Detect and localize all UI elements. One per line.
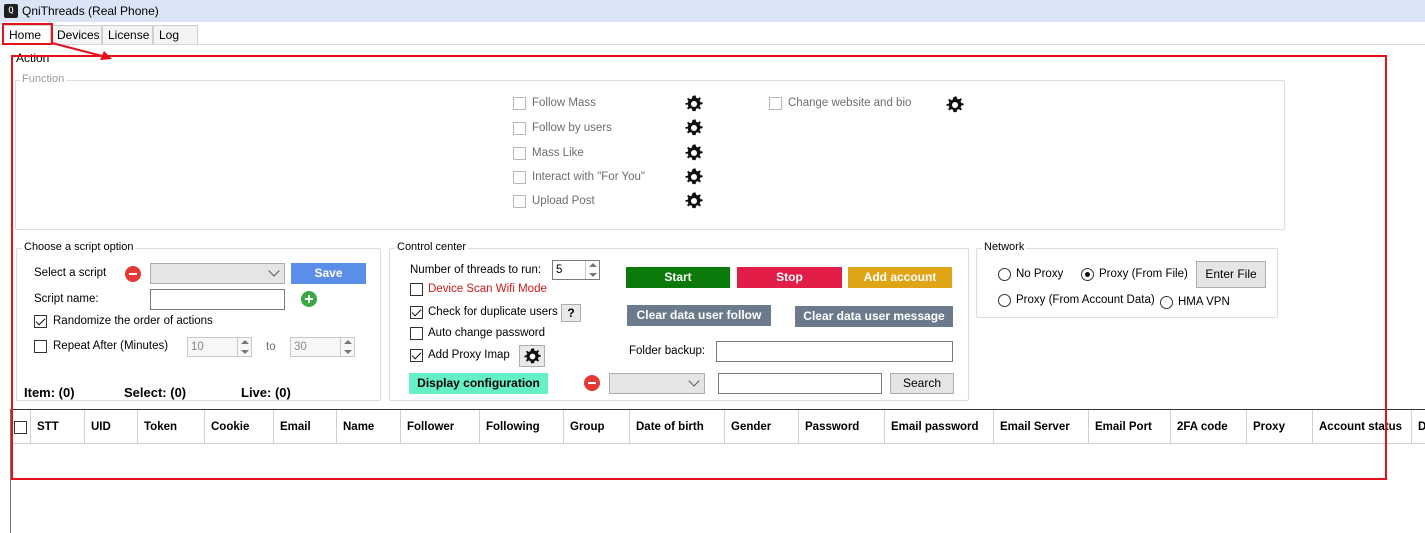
app-icon: Q [4,4,18,18]
window-title: QniThreads (Real Phone) [22,4,159,18]
title-bar: Q QniThreads (Real Phone) [0,0,1425,22]
tab-divider [0,44,1425,45]
annotation-main-box [11,55,1387,480]
annotation-home-box [2,23,53,45]
tab-log[interactable]: Log [153,25,198,45]
annotation-arrow-icon [51,42,112,60]
column-header[interactable]: D [1412,410,1425,444]
